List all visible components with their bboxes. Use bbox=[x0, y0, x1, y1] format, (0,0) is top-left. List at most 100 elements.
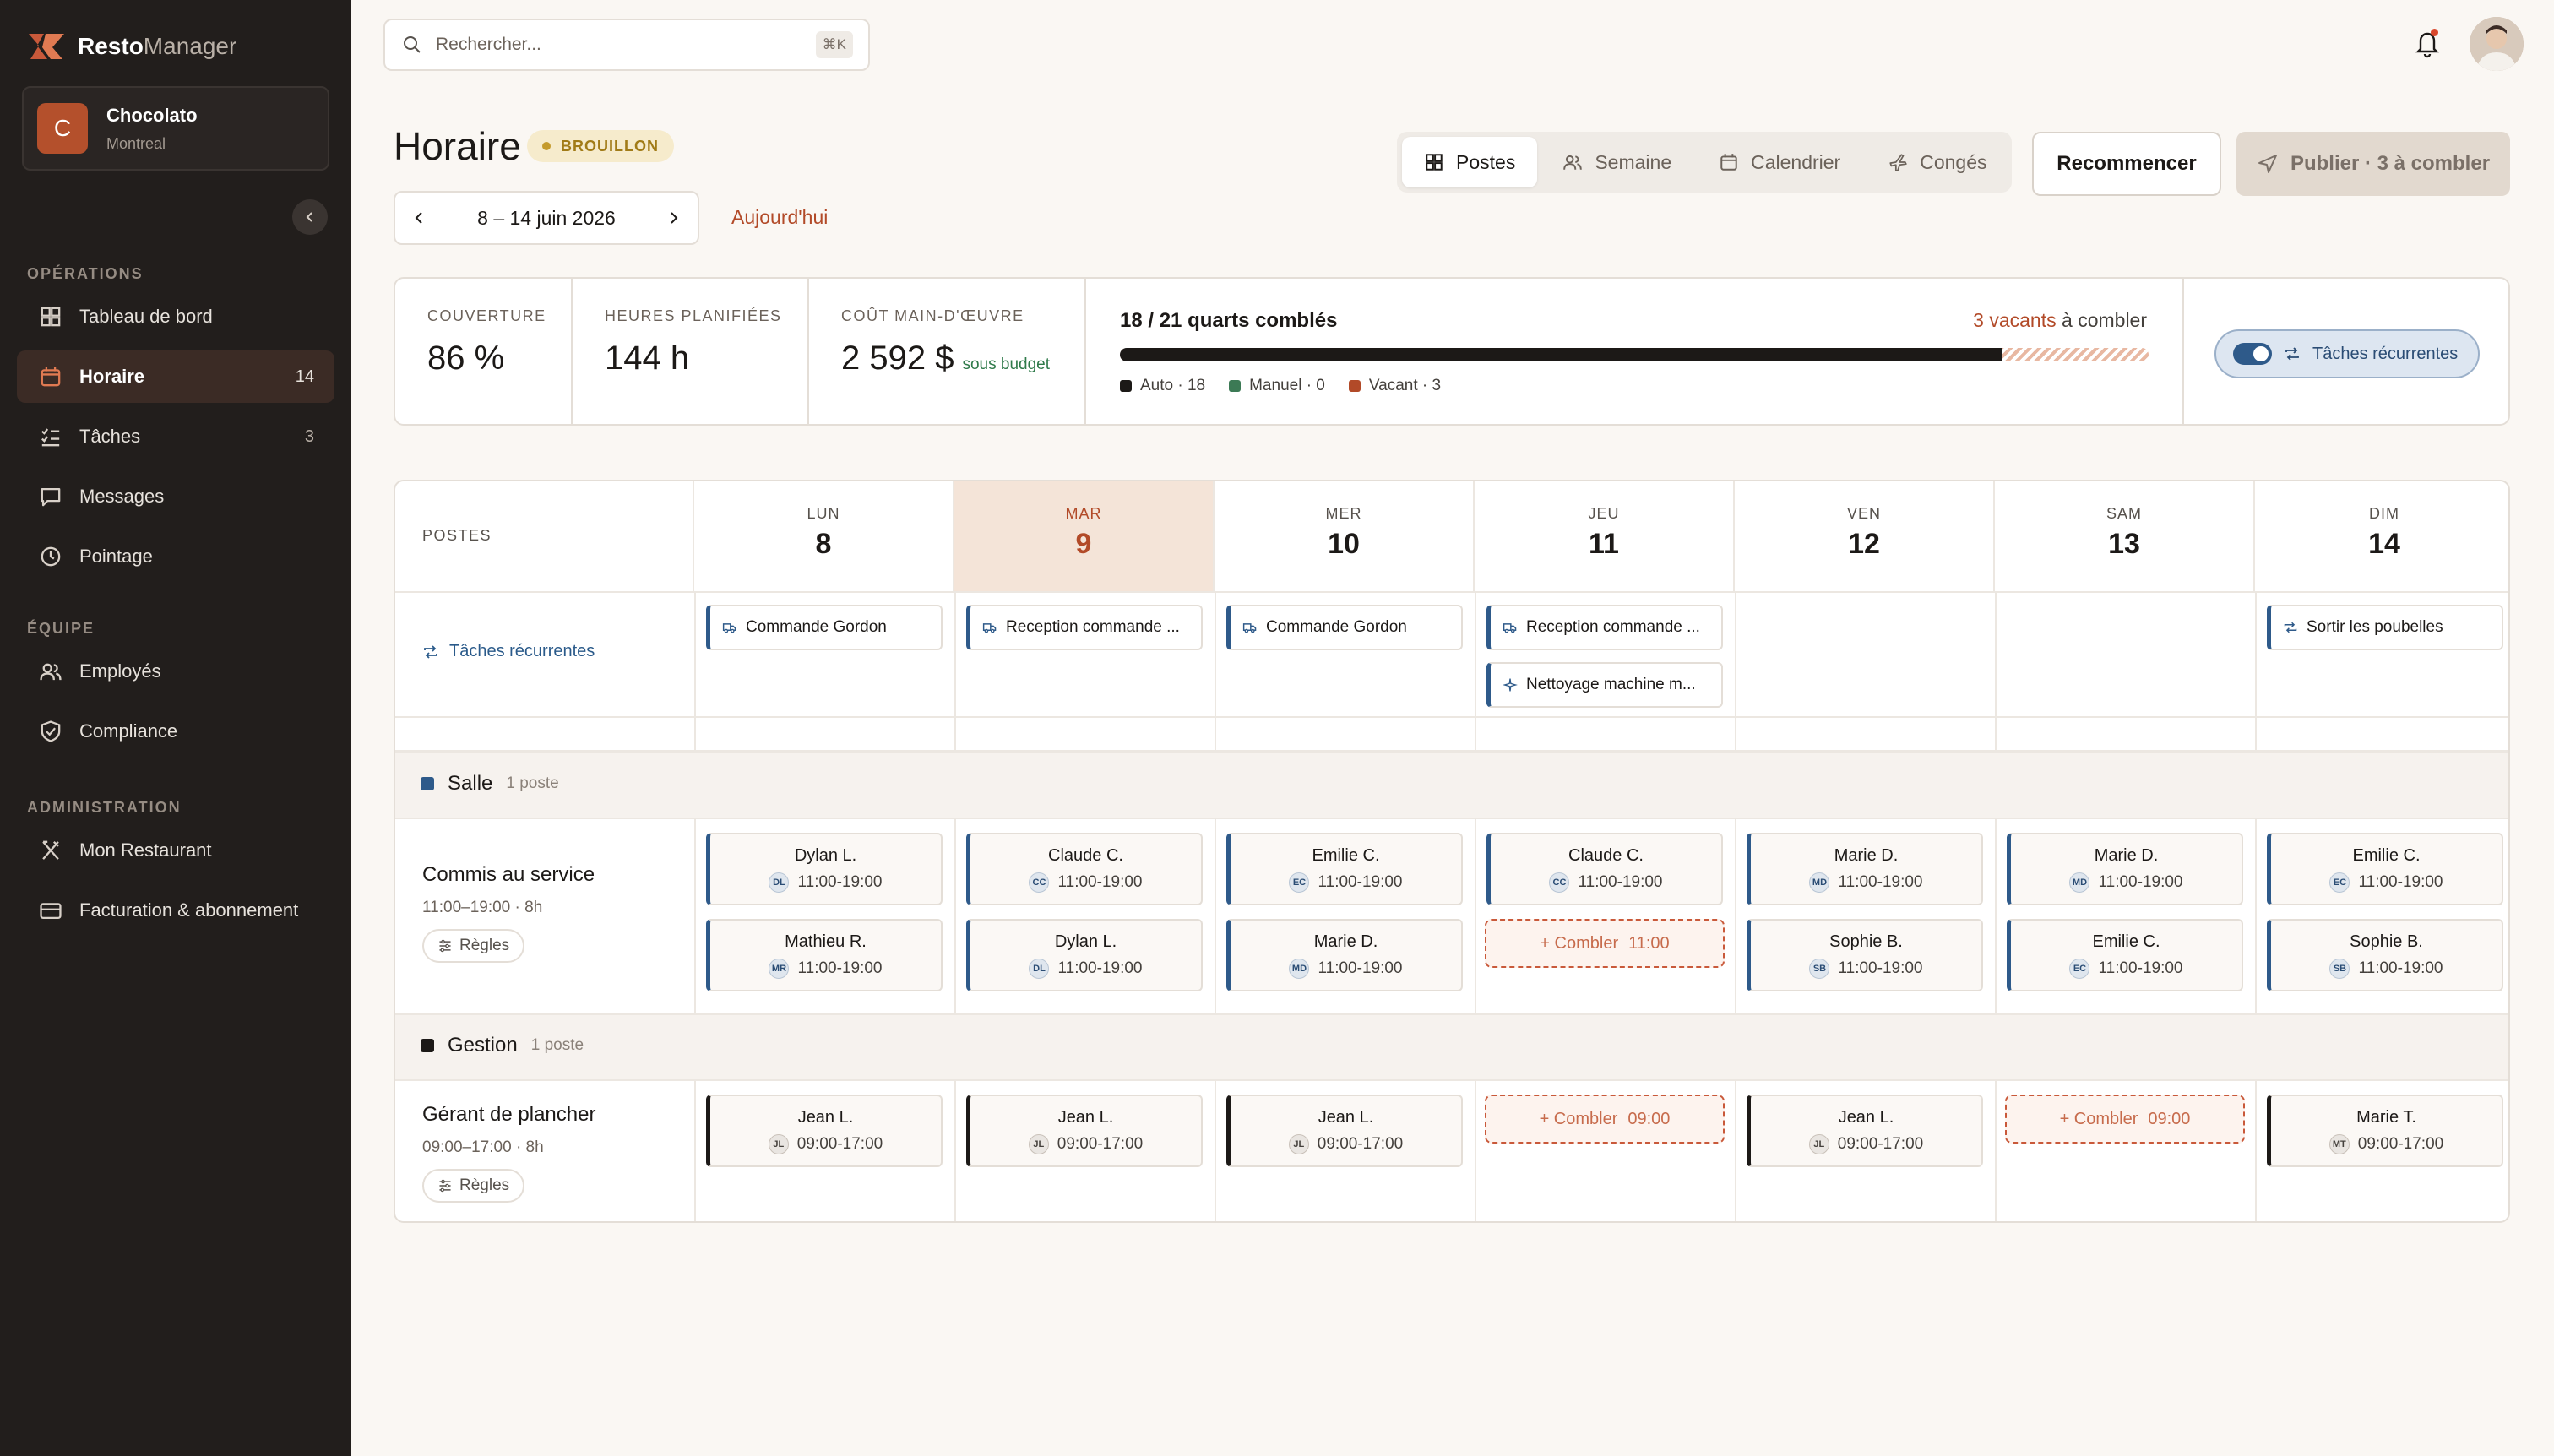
sidebar-item-pointage[interactable]: Pointage bbox=[17, 530, 334, 583]
nav-section-title: ÉQUIPE bbox=[27, 620, 95, 637]
shift-employee-name: Dylan L. bbox=[1054, 932, 1117, 951]
sidebar-item-label: Messages bbox=[79, 486, 165, 507]
shift-card[interactable]: Dylan L. DL 11:00-19:00 bbox=[706, 833, 943, 905]
toggle-label: Tâches récurrentes bbox=[2312, 344, 2459, 363]
restart-button[interactable]: Recommencer bbox=[2032, 132, 2221, 196]
row-divider bbox=[395, 716, 2508, 718]
shift-time-row: EC 11:00-19:00 bbox=[2271, 872, 2502, 893]
sidebar-item-compliance[interactable]: Compliance bbox=[17, 705, 334, 758]
shift-card[interactable]: Claude C. CC 11:00-19:00 bbox=[1486, 833, 1723, 905]
shift-card[interactable]: Emilie C. EC 11:00-19:00 bbox=[2267, 833, 2503, 905]
shift-card[interactable]: Sophie B. SB 11:00-19:00 bbox=[2267, 919, 2503, 991]
fill-progress bbox=[1120, 348, 2002, 361]
next-week-button[interactable] bbox=[666, 210, 681, 225]
notifications-button[interactable] bbox=[2410, 25, 2444, 59]
day-name: JEU bbox=[1588, 505, 1620, 522]
row-divider bbox=[395, 752, 2508, 753]
fill-title: 18 / 21 quarts comblés bbox=[1120, 309, 1338, 332]
column-divider bbox=[954, 593, 956, 1221]
fill-shift-button[interactable]: + Combler 09:00 bbox=[2005, 1095, 2245, 1144]
truck-icon bbox=[1242, 620, 1258, 635]
legend-swatch bbox=[1120, 380, 1132, 392]
task-label: Commande Gordon bbox=[1266, 618, 1407, 636]
sidebar-item-tâches[interactable]: Tâches 3 bbox=[17, 410, 334, 463]
day-header-jeu: JEU 11 bbox=[1475, 481, 1735, 593]
row-divider bbox=[395, 1079, 2508, 1081]
schedule-grid: POSTES Tâches récurrentes LUN 8 MAR 9 MER 10 J… bbox=[394, 480, 2510, 1223]
shift-time: 11:00-19:00 bbox=[2098, 873, 2183, 891]
day-number: 13 bbox=[2108, 528, 2140, 560]
collapse-sidebar-button[interactable] bbox=[292, 199, 328, 235]
rules-button[interactable]: Règles bbox=[422, 929, 525, 963]
clock-icon bbox=[39, 545, 62, 568]
shift-card[interactable]: Marie D. MD 11:00-19:00 bbox=[1226, 919, 1463, 991]
user-avatar[interactable] bbox=[2470, 17, 2524, 71]
sidebar-item-count: 3 bbox=[304, 426, 314, 446]
day-name: VEN bbox=[1846, 505, 1881, 522]
tab-congés[interactable]: Congés bbox=[1866, 137, 2008, 187]
shift-card[interactable]: Sophie B. SB 11:00-19:00 bbox=[1747, 919, 1983, 991]
shift-time: 11:00-19:00 bbox=[1318, 873, 1403, 891]
fill-shift-button[interactable]: + Combler 09:00 bbox=[1485, 1095, 1725, 1144]
row-divider bbox=[395, 1013, 2508, 1015]
shift-card[interactable]: Dylan L. DL 11:00-19:00 bbox=[966, 919, 1203, 991]
recurring-task-chip[interactable]: Commande Gordon bbox=[1226, 605, 1463, 650]
shield-icon bbox=[39, 720, 62, 743]
sidebar-item-employés[interactable]: Employés bbox=[17, 645, 334, 698]
shift-time-row: CC 11:00-19:00 bbox=[970, 872, 1201, 893]
shift-employee-name: Emilie C. bbox=[2352, 846, 2421, 865]
shift-card[interactable]: Marie D. MD 11:00-19:00 bbox=[2007, 833, 2243, 905]
recurring-tasks-link[interactable]: Tâches récurrentes bbox=[422, 642, 595, 661]
calendar-icon bbox=[1719, 152, 1739, 172]
recurring-task-chip[interactable]: Commande Gordon bbox=[706, 605, 943, 650]
restaurant-switcher[interactable]: C Chocolato Montreal bbox=[22, 86, 329, 171]
shift-time: 11:00-19:00 bbox=[1578, 873, 1663, 891]
recurring-task-chip[interactable]: Reception commande ... bbox=[966, 605, 1203, 650]
rules-button[interactable]: Règles bbox=[422, 1169, 525, 1203]
sidebar-item-label: Pointage bbox=[79, 546, 153, 567]
sidebar-item-horaire[interactable]: Horaire 14 bbox=[17, 350, 334, 403]
shift-card[interactable]: Mathieu R. MR 11:00-19:00 bbox=[706, 919, 943, 991]
shift-employee-name: Emilie C. bbox=[2092, 932, 2160, 951]
shift-card[interactable]: Jean L. JL 09:00-17:00 bbox=[1747, 1095, 1983, 1167]
sparkle-icon bbox=[1503, 677, 1518, 693]
view-switcher: Postes Semaine Calendrier Congés bbox=[1397, 132, 2012, 193]
sidebar-item-tableau-de-bord[interactable]: Tableau de bord bbox=[17, 291, 334, 343]
poste-hours: 11:00–19:00 · 8h bbox=[422, 899, 543, 916]
sidebar-item-messages[interactable]: Messages bbox=[17, 470, 334, 523]
recurring-task-chip[interactable]: Reception commande ... bbox=[1486, 605, 1723, 650]
shift-card[interactable]: Marie T. MT 09:00-17:00 bbox=[2267, 1095, 2503, 1167]
brand-logo[interactable]: RestoManager bbox=[27, 30, 236, 62]
day-header-ven: VEN 12 bbox=[1735, 481, 1995, 593]
fill-shift-button[interactable]: + Combler 11:00 bbox=[1485, 919, 1725, 968]
shift-card[interactable]: Marie D. MD 11:00-19:00 bbox=[1747, 833, 1983, 905]
shift-card[interactable]: Claude C. CC 11:00-19:00 bbox=[966, 833, 1203, 905]
section-count: 1 poste bbox=[530, 1036, 584, 1054]
employee-initials-avatar: DL bbox=[769, 872, 790, 893]
shift-card[interactable]: Emilie C. EC 11:00-19:00 bbox=[1226, 833, 1463, 905]
section-header-salle[interactable]: Salle 1 poste bbox=[395, 752, 2508, 818]
tab-semaine[interactable]: Semaine bbox=[1541, 137, 1693, 187]
today-link[interactable]: Aujourd'hui bbox=[731, 206, 828, 229]
recurring-tasks-toggle[interactable]: Tâches récurrentes bbox=[2214, 329, 2480, 378]
section-header-gestion[interactable]: Gestion 1 poste bbox=[395, 1013, 2508, 1079]
search-input[interactable]: Rechercher... ⌘K bbox=[383, 19, 870, 71]
shift-card[interactable]: Jean L. JL 09:00-17:00 bbox=[1226, 1095, 1463, 1167]
recurring-task-chip[interactable]: Nettoyage machine m... bbox=[1486, 662, 1723, 708]
shift-card[interactable]: Jean L. JL 09:00-17:00 bbox=[706, 1095, 943, 1167]
tab-postes[interactable]: Postes bbox=[1402, 137, 1538, 187]
sidebar-item-mon-restaurant[interactable]: Mon Restaurant bbox=[17, 824, 334, 877]
section-name: Salle bbox=[448, 772, 493, 795]
tab-calendrier[interactable]: Calendrier bbox=[1697, 137, 1862, 187]
chevron-right-icon bbox=[671, 212, 678, 224]
tab-label: Congés bbox=[1920, 150, 1987, 173]
shift-card[interactable]: Jean L. JL 09:00-17:00 bbox=[966, 1095, 1203, 1167]
toggle-switch bbox=[2233, 343, 2272, 365]
column-divider bbox=[2255, 593, 2257, 1221]
previous-week-button[interactable] bbox=[412, 210, 427, 225]
truck-icon bbox=[1503, 620, 1518, 635]
sidebar-item-facturation-abonnement[interactable]: Facturation & abonnement bbox=[17, 884, 334, 937]
shift-card[interactable]: Emilie C. EC 11:00-19:00 bbox=[2007, 919, 2243, 991]
recurring-task-chip[interactable]: Sortir les poubelles bbox=[2267, 605, 2503, 650]
publish-button[interactable]: Publier · 3 à combler bbox=[2236, 132, 2510, 196]
